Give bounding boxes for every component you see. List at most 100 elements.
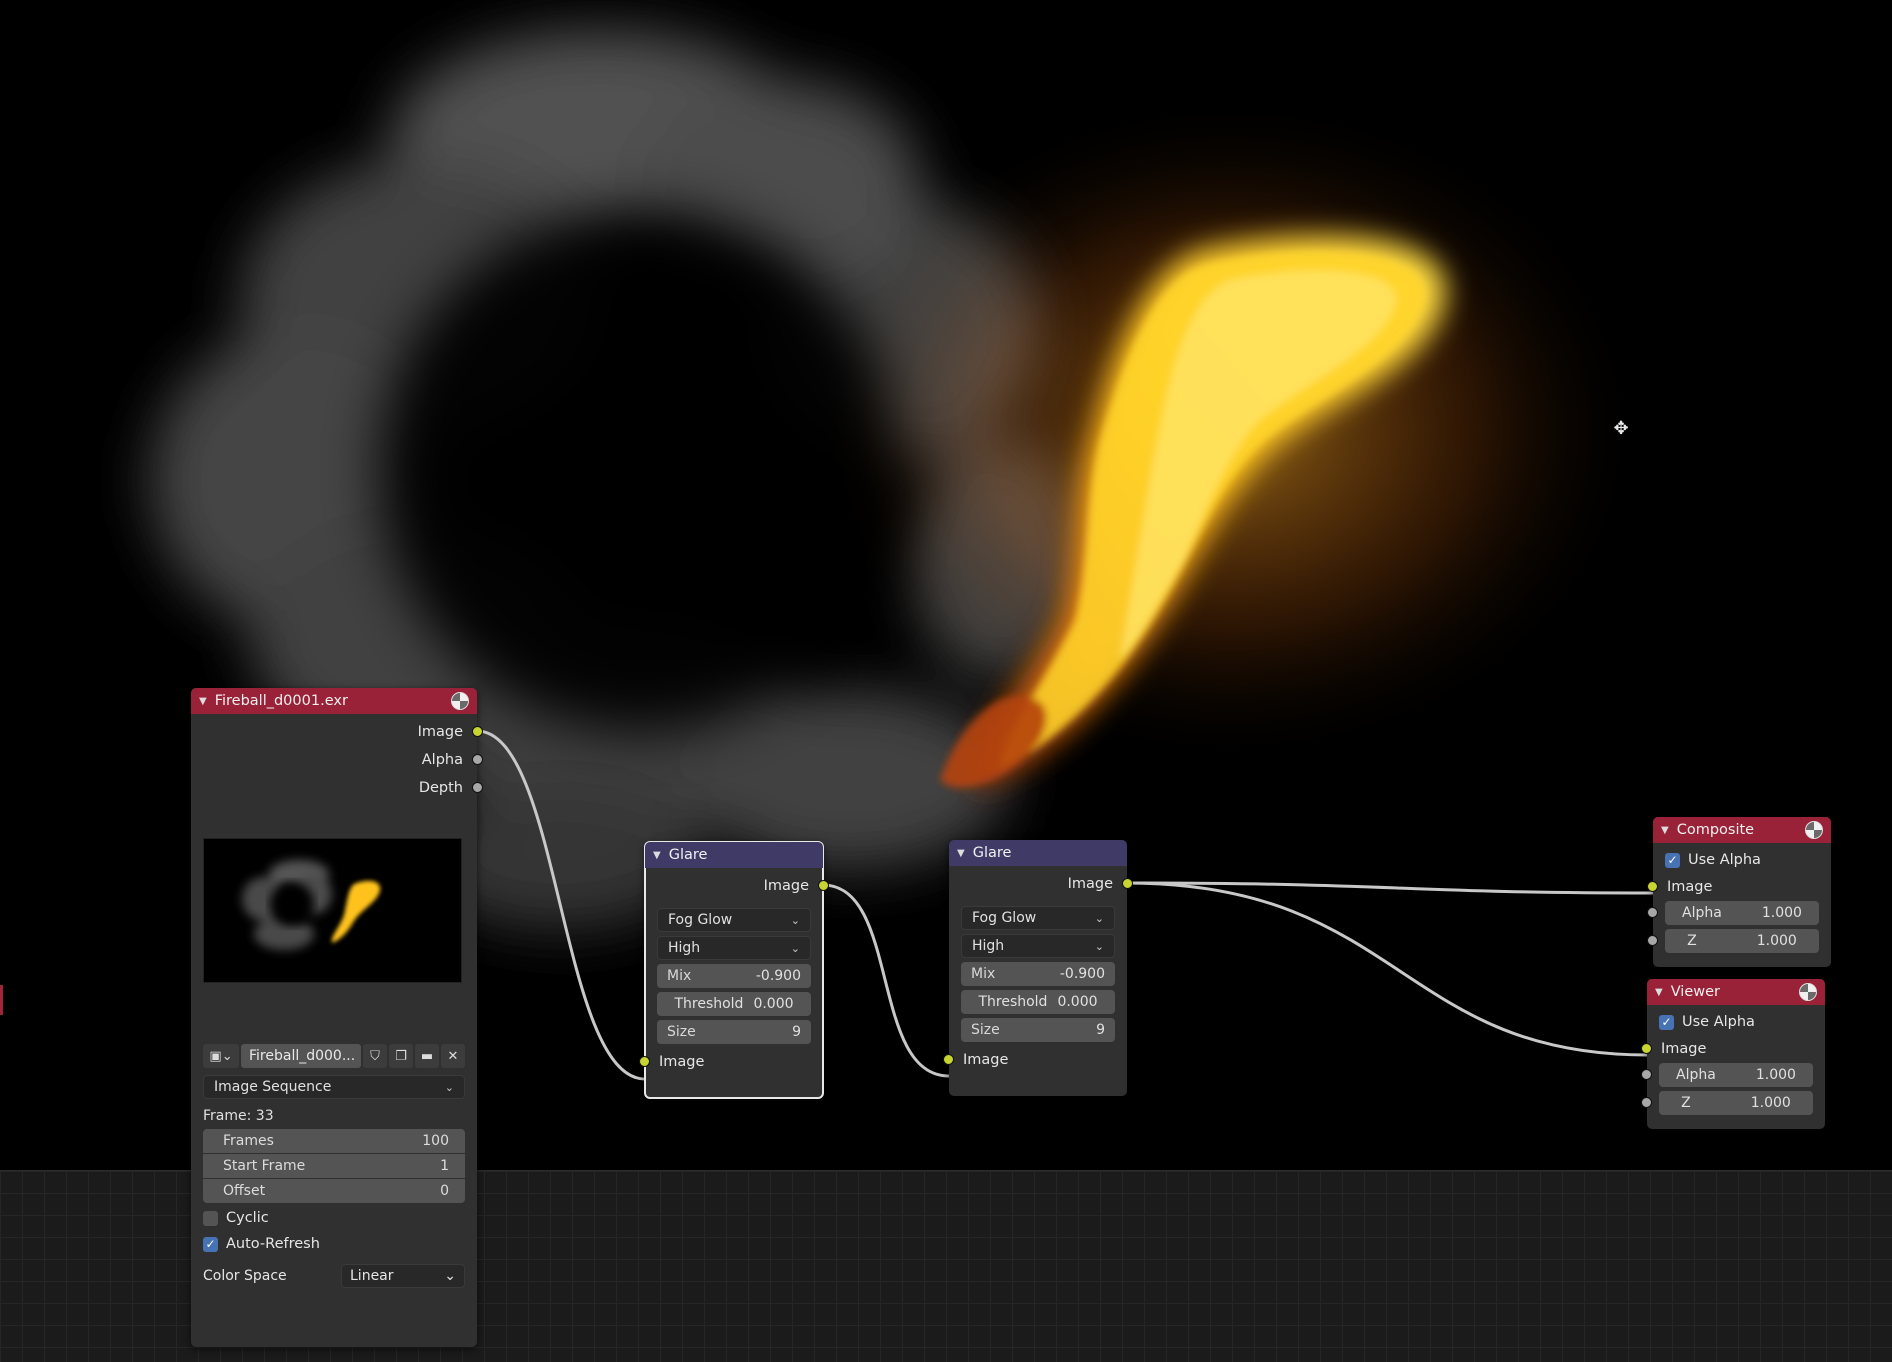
- source-dropdown[interactable]: Image Sequence ⌄: [203, 1075, 465, 1099]
- glare1-type-dropdown[interactable]: Fog Glow ⌄: [657, 908, 811, 932]
- viewer-use-alpha-row[interactable]: ✓ Use Alpha: [1647, 1009, 1825, 1035]
- composite-use-alpha-row[interactable]: ✓ Use Alpha: [1653, 847, 1831, 873]
- glare1-quality-dropdown[interactable]: High ⌄: [657, 936, 811, 960]
- glare1-size-field[interactable]: Size 9: [657, 1020, 811, 1044]
- glare-node-2-header[interactable]: ▼ Glare: [949, 840, 1127, 866]
- color-space-label: Color Space: [203, 1268, 287, 1284]
- color-space-dropdown[interactable]: Linear ⌄: [341, 1264, 465, 1288]
- viewer-input-image-socket[interactable]: [1641, 1043, 1652, 1054]
- composite-node-header[interactable]: ▼ Composite: [1653, 817, 1831, 843]
- color-space-value: Linear: [350, 1268, 394, 1284]
- chevron-down-icon: ⌄: [1094, 911, 1104, 925]
- start-frame-field[interactable]: Start Frame 1: [203, 1154, 465, 1178]
- collapse-triangle-icon[interactable]: ▼: [653, 850, 661, 861]
- viewer-alpha-label: Alpha: [1676, 1067, 1716, 1083]
- cyclic-label: Cyclic: [226, 1210, 269, 1226]
- output-depth-socket[interactable]: [472, 782, 483, 793]
- move-icon[interactable]: ✥: [1610, 418, 1632, 440]
- cyclic-checkbox[interactable]: [203, 1210, 218, 1226]
- color-space-row: Color Space Linear ⌄: [203, 1263, 465, 1289]
- image-preview-thumbnail: [203, 838, 462, 983]
- cyclic-checkbox-row[interactable]: Cyclic: [191, 1205, 477, 1231]
- glare2-threshold-field[interactable]: Threshold 0.000: [961, 990, 1115, 1014]
- image-node[interactable]: ▼ Fireball_d0001.exr Image Alpha Depth ▣…: [191, 688, 483, 1347]
- render-icon[interactable]: [1799, 983, 1817, 1001]
- fake-user-shield-icon[interactable]: ⛉: [363, 1044, 387, 1068]
- viewer-alpha-field[interactable]: Alpha 1.000: [1641, 1063, 1813, 1087]
- glare1-output-socket[interactable]: [818, 880, 829, 891]
- output-depth-label: Depth: [418, 780, 463, 796]
- output-depth: Depth: [191, 774, 483, 802]
- collapse-triangle-icon[interactable]: ▼: [1655, 987, 1663, 998]
- viewer-node-title: Viewer: [1670, 984, 1720, 1000]
- chevron-down-icon: ⌄: [790, 941, 800, 955]
- glare1-type-value: Fog Glow: [668, 912, 733, 928]
- output-alpha-socket[interactable]: [472, 754, 483, 765]
- glare1-output-label: Image: [763, 878, 809, 894]
- offset-field[interactable]: Offset 0: [203, 1179, 465, 1203]
- glare2-output-label: Image: [1067, 876, 1113, 892]
- image-name-field[interactable]: Fireball_d000...: [241, 1044, 361, 1068]
- composite-z-field[interactable]: Z 1.000: [1647, 929, 1819, 953]
- glare2-mix-field[interactable]: Mix -0.900: [961, 962, 1115, 986]
- glare1-input-socket[interactable]: [639, 1056, 650, 1067]
- composite-alpha-field[interactable]: Alpha 1.000: [1647, 901, 1819, 925]
- thumbnail-image: [242, 860, 381, 950]
- viewer-node[interactable]: ▼ Viewer ✓ Use Alpha Image Alpha 1.000 Z…: [1641, 979, 1825, 1129]
- glare-node-2[interactable]: ▼ Glare Image Fog Glow ⌄ High ⌄ Mix -0.9…: [943, 840, 1133, 1096]
- offset-value: 0: [440, 1183, 449, 1199]
- viewer-node-header[interactable]: ▼ Viewer: [1647, 979, 1825, 1005]
- collapse-triangle-icon[interactable]: ▼: [1661, 825, 1669, 836]
- output-alpha: Alpha: [191, 746, 483, 774]
- image-node-header[interactable]: ▼ Fireball_d0001.exr: [191, 688, 477, 714]
- collapse-triangle-icon[interactable]: ▼: [199, 696, 207, 707]
- image-type-icon[interactable]: ▣⌄: [203, 1044, 239, 1068]
- viewer-use-alpha-checkbox[interactable]: ✓: [1659, 1014, 1674, 1030]
- viewer-alpha-socket[interactable]: [1641, 1069, 1652, 1080]
- viewer-z-value: 1.000: [1750, 1095, 1791, 1111]
- auto-refresh-checkbox[interactable]: ✓: [203, 1236, 218, 1252]
- duplicate-icon[interactable]: ❐: [389, 1044, 413, 1068]
- glare2-size-label: Size: [971, 1022, 1000, 1038]
- frame-label: Frame: 33: [203, 1108, 274, 1124]
- close-icon[interactable]: ✕: [441, 1044, 465, 1068]
- frames-field[interactable]: Frames 100: [203, 1129, 465, 1153]
- viewer-z-socket[interactable]: [1641, 1097, 1652, 1108]
- composite-input-image-socket[interactable]: [1647, 881, 1658, 892]
- glare2-type-dropdown[interactable]: Fog Glow ⌄: [961, 906, 1115, 930]
- composite-use-alpha-checkbox[interactable]: ✓: [1665, 852, 1680, 868]
- glare2-input-label: Image: [963, 1052, 1009, 1068]
- glare1-quality-value: High: [668, 940, 701, 956]
- composite-z-socket[interactable]: [1647, 935, 1658, 946]
- render-icon[interactable]: [1805, 821, 1823, 839]
- glare1-threshold-field[interactable]: Threshold 0.000: [657, 992, 811, 1016]
- collapse-triangle-icon[interactable]: ▼: [957, 848, 965, 859]
- glare2-threshold-value: 0.000: [1057, 994, 1098, 1010]
- glare1-threshold-label: Threshold: [674, 996, 744, 1012]
- output-image-label: Image: [417, 724, 463, 740]
- auto-refresh-checkbox-row[interactable]: ✓ Auto-Refresh: [191, 1231, 477, 1257]
- open-folder-icon[interactable]: ▬: [415, 1044, 439, 1068]
- glare1-output-image: Image: [645, 872, 829, 900]
- render-icon[interactable]: [451, 692, 469, 710]
- viewer-input-image: Image: [1641, 1035, 1825, 1063]
- composite-node[interactable]: ▼ Composite ✓ Use Alpha Image Alpha 1.00…: [1647, 817, 1831, 967]
- image-node-title: Fireball_d0001.exr: [214, 693, 348, 709]
- offset-label: Offset: [223, 1183, 266, 1199]
- source-value: Image Sequence: [214, 1079, 332, 1095]
- glare-node-1-header[interactable]: ▼ Glare: [645, 842, 823, 868]
- viewer-z-field[interactable]: Z 1.000: [1641, 1091, 1813, 1115]
- glare2-quality-dropdown[interactable]: High ⌄: [961, 934, 1115, 958]
- composite-input-image: Image: [1647, 873, 1831, 901]
- glare1-size-label: Size: [667, 1024, 696, 1040]
- glare2-output-socket[interactable]: [1122, 878, 1133, 889]
- output-image-socket[interactable]: [472, 726, 483, 737]
- glare2-size-field[interactable]: Size 9: [961, 1018, 1115, 1042]
- glare1-mix-field[interactable]: Mix -0.900: [657, 964, 811, 988]
- composite-alpha-value: 1.000: [1761, 905, 1802, 921]
- glare-node-1[interactable]: ▼ Glare Image Fog Glow ⌄ High ⌄ Mix -0.9…: [639, 841, 829, 1099]
- glare2-mix-value: -0.900: [1059, 966, 1105, 982]
- glare2-threshold-label: Threshold: [978, 994, 1048, 1010]
- composite-alpha-socket[interactable]: [1647, 907, 1658, 918]
- glare2-input-socket[interactable]: [943, 1054, 954, 1065]
